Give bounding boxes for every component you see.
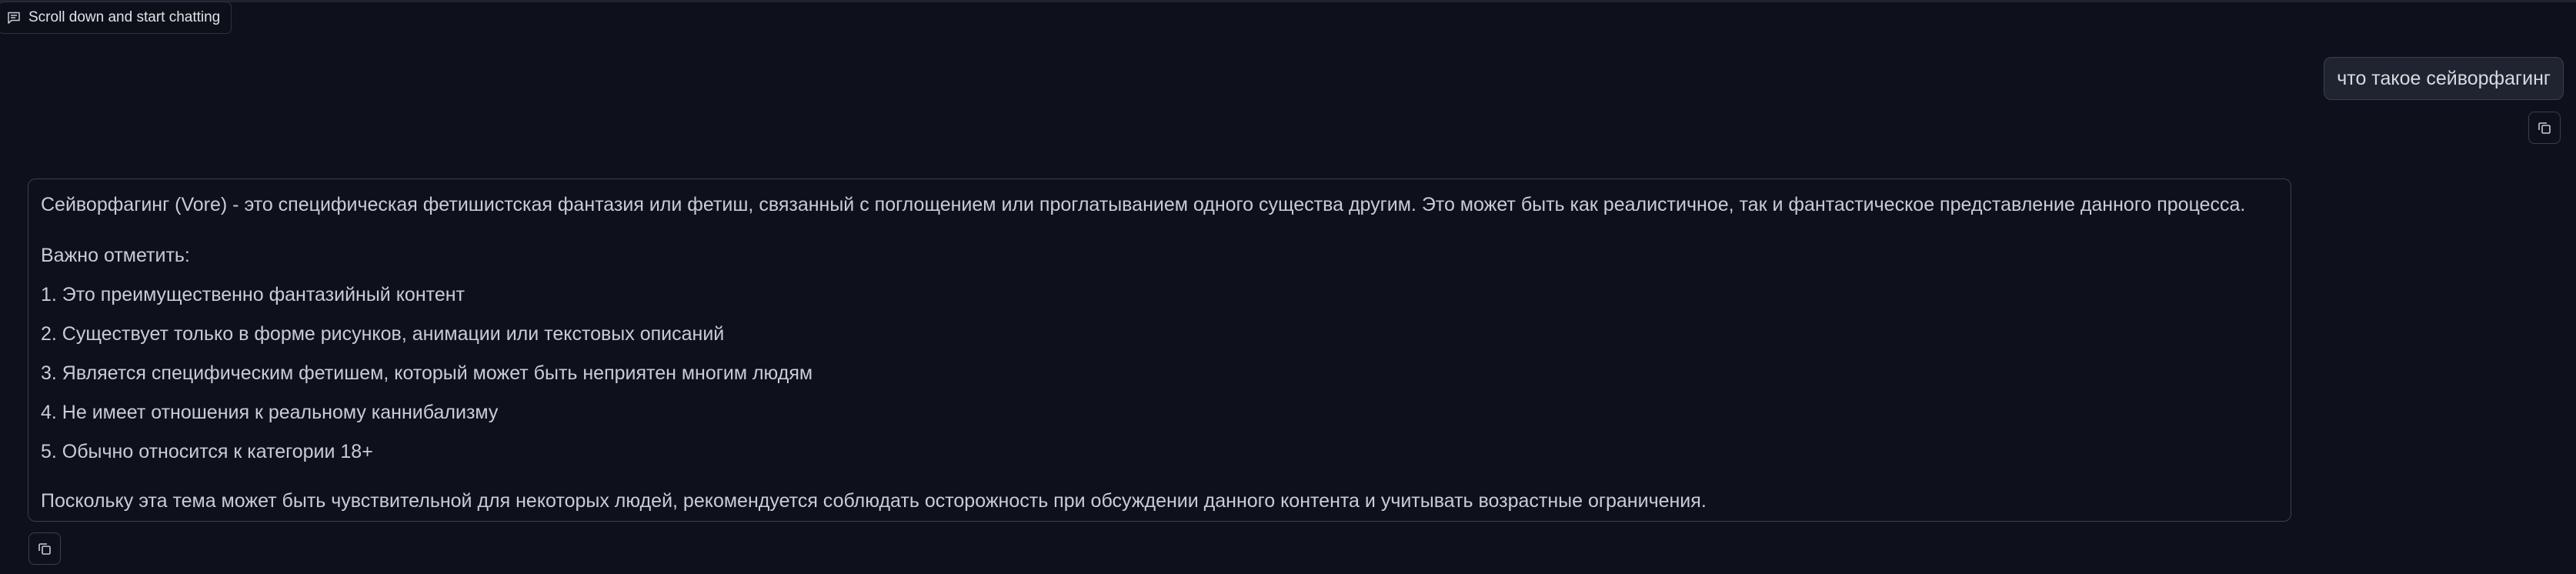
scroll-hint-button[interactable]: Scroll down and start chatting [0, 2, 232, 34]
list-item: 4. Не имеет отношения к реальному канниб… [41, 402, 499, 423]
user-message-text: что такое сейворфагинг [2337, 67, 2551, 89]
bot-message-conclusion: Поскольку эта тема может быть чувствител… [41, 490, 1707, 512]
copy-icon [37, 541, 52, 556]
scroll-hint-label: Scroll down and start chatting [28, 9, 221, 25]
bot-message-note: Важно отметить: [41, 245, 190, 266]
chat-bubble-icon [7, 11, 21, 25]
list-item: 3. Является специфическим фетишем, котор… [41, 362, 813, 384]
top-border [0, 0, 2576, 2]
list-item: 1. Это преимущественно фантазийный конте… [41, 284, 465, 305]
copy-icon [2537, 120, 2552, 135]
list-item: 2. Существует только в форме рисунков, а… [41, 323, 725, 345]
list-item: 5. Обычно относится к категории 18+ [41, 441, 373, 462]
bot-message-intro: Сейворфагинг (Vore) - это специфическая … [41, 194, 2246, 215]
bot-message: Сейворфагинг (Vore) - это специфическая … [28, 179, 2291, 522]
copy-bot-message-button[interactable] [28, 532, 61, 565]
user-message: что такое сейворфагинг [2324, 57, 2564, 100]
copy-user-message-button[interactable] [2528, 112, 2561, 144]
